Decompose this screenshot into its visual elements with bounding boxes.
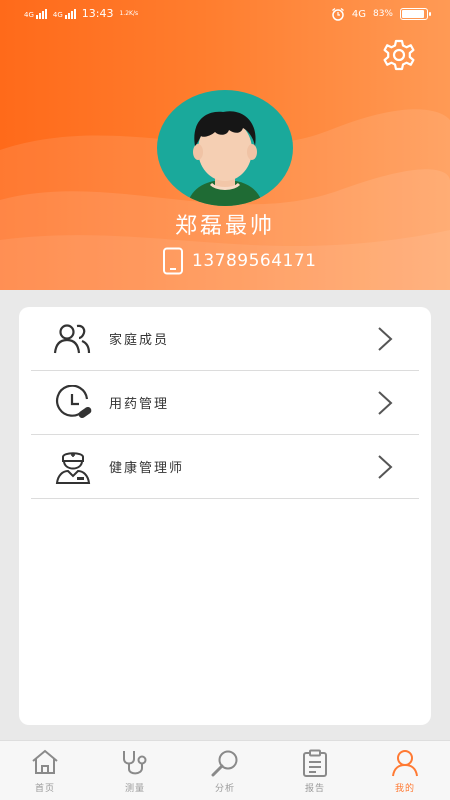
sim1-label: 4G bbox=[24, 10, 34, 19]
menu-item-health-manager[interactable]: 健康管理师 bbox=[31, 435, 419, 499]
medication-clock-icon bbox=[56, 385, 92, 419]
search-icon bbox=[211, 750, 238, 777]
phone-row: 13789564171 bbox=[162, 246, 316, 276]
signal-strength-icon bbox=[35, 8, 47, 19]
settings-gear-icon[interactable] bbox=[382, 38, 416, 72]
bottom-nav: 首页 测量 分析 报告 我的 bbox=[0, 740, 450, 800]
nav-item-mine[interactable]: 我的 bbox=[360, 741, 450, 800]
network-type: 4G bbox=[351, 8, 366, 20]
phone-number: 13789564171 bbox=[192, 251, 317, 271]
sim2-label: 4G bbox=[52, 10, 63, 19]
nav-item-analysis[interactable]: 分析 bbox=[180, 741, 270, 800]
user-avatar-icon bbox=[187, 111, 263, 206]
nav-item-measure[interactable]: 测量 bbox=[90, 741, 180, 800]
menu-item-label: 家庭成员 bbox=[109, 333, 170, 348]
avatar[interactable] bbox=[157, 90, 293, 206]
alarm-clock-icon bbox=[331, 7, 344, 21]
menu-item-label: 用药管理 bbox=[109, 397, 170, 412]
family-members-icon bbox=[53, 324, 91, 354]
battery-percent: 83% bbox=[372, 9, 393, 19]
stethoscope-icon bbox=[123, 751, 147, 775]
menu-item-label: 健康管理师 bbox=[109, 461, 185, 476]
username: 郑磊最帅 bbox=[174, 214, 275, 239]
nav-label: 我的 bbox=[394, 784, 415, 794]
profile-icon bbox=[392, 750, 418, 777]
nav-label: 报告 bbox=[304, 784, 325, 794]
menu-item-family-members[interactable]: 家庭成员 bbox=[31, 307, 419, 371]
net-speed: 1.2K/s bbox=[119, 10, 139, 17]
nav-item-report[interactable]: 报告 bbox=[270, 741, 360, 800]
nav-label: 分析 bbox=[214, 784, 235, 794]
nav-item-home[interactable]: 首页 bbox=[0, 741, 90, 800]
battery-icon bbox=[400, 8, 431, 20]
clipboard-icon bbox=[303, 749, 327, 777]
signal-strength-icon bbox=[64, 8, 76, 19]
nav-label: 首页 bbox=[34, 784, 55, 794]
chevron-right-icon bbox=[378, 455, 393, 479]
profile-header: 4G 4G 13:43 1.2K/s 4G 83% 郑磊最帅 137895641… bbox=[0, 0, 450, 290]
mobile-phone-icon bbox=[163, 247, 183, 275]
status-time: 13:43 bbox=[81, 7, 114, 20]
menu-card: 家庭成员 用药管理 健康管理师 bbox=[19, 307, 431, 725]
health-manager-icon bbox=[55, 452, 91, 484]
status-bar: 4G 4G 13:43 1.2K/s 4G 83% bbox=[0, 0, 450, 30]
home-icon bbox=[32, 749, 58, 774]
chevron-right-icon bbox=[378, 327, 393, 351]
chevron-right-icon bbox=[378, 391, 393, 415]
menu-item-medication-management[interactable]: 用药管理 bbox=[31, 371, 419, 435]
nav-label: 测量 bbox=[124, 784, 145, 794]
